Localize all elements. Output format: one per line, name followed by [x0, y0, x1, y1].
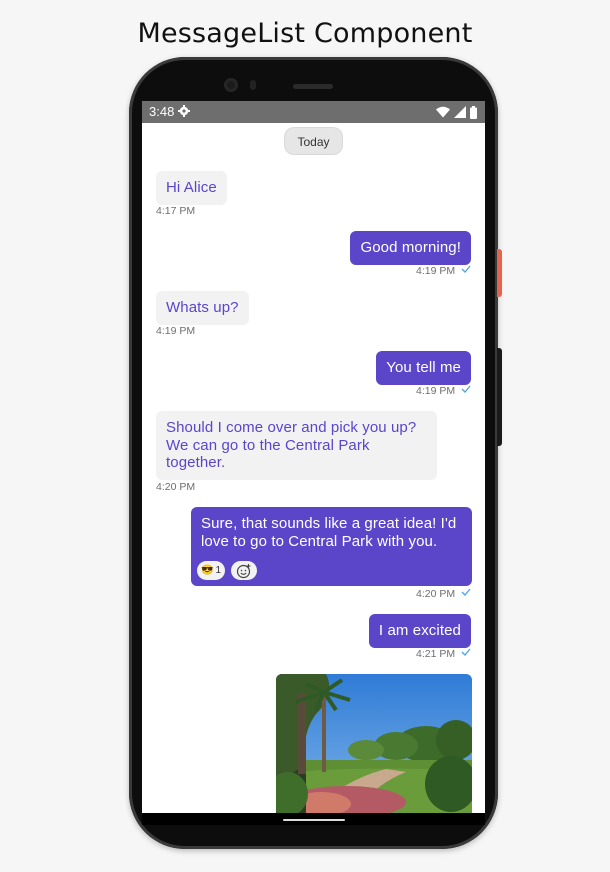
message-text: Should I come over and pick you up? We c…	[166, 419, 417, 471]
incoming-message-bubble[interactable]: Should I come over and pick you up? We c…	[156, 411, 437, 480]
proximity-sensor	[250, 80, 256, 90]
park-photo	[276, 674, 472, 813]
wifi-icon	[436, 106, 450, 118]
add-reaction-button[interactable]	[231, 561, 258, 580]
message-reactions: 😎 1	[197, 561, 258, 580]
message-text: You tell me	[386, 359, 461, 376]
message-timestamp: 4:19 PM	[416, 385, 456, 397]
message-text: Whats up?	[166, 299, 239, 316]
cellular-signal-icon	[454, 106, 466, 118]
message-text: Hi Alice	[166, 179, 217, 196]
message-timestamp: 4:21 PM	[416, 648, 456, 660]
earpiece-speaker	[293, 84, 333, 89]
message-text: I am excited	[378, 622, 461, 639]
phone-screen: 3:48 Today Hi Alice 4:17 PM Good morning…	[142, 101, 485, 813]
status-bar: 3:48	[142, 101, 485, 123]
status-time: 3:48	[149, 104, 175, 119]
read-check-icon	[461, 385, 471, 393]
date-separator: Today	[284, 127, 343, 155]
home-indicator[interactable]	[283, 819, 345, 821]
read-check-icon	[461, 648, 471, 656]
outgoing-message-bubble[interactable]: Good morning!	[350, 231, 471, 265]
battery-icon	[470, 105, 477, 119]
reaction-pill[interactable]: 😎 1	[197, 561, 226, 580]
read-check-icon	[461, 588, 471, 596]
reaction-count: 1	[215, 565, 222, 576]
outgoing-message-bubble[interactable]: I am excited	[368, 614, 471, 648]
message-timestamp: 4:20 PM	[416, 588, 456, 600]
message-text: Good morning!	[360, 239, 461, 256]
add-reaction-icon	[236, 563, 251, 578]
read-check-icon	[461, 265, 471, 273]
message-timestamp: 4:17 PM	[156, 205, 196, 217]
message-timestamp: 4:20 PM	[156, 481, 196, 493]
message-text: Sure, that sounds like a great idea! I'd…	[201, 515, 457, 550]
image-attachment[interactable]	[276, 674, 472, 813]
power-button	[497, 249, 502, 297]
incoming-message-bubble[interactable]: Whats up?	[156, 291, 249, 325]
incoming-message-bubble[interactable]: Hi Alice	[156, 171, 227, 205]
front-camera	[224, 78, 238, 92]
settings-gear-icon	[178, 105, 190, 117]
reaction-emoji: 😎	[201, 565, 214, 576]
page-title: MessageList Component	[137, 18, 473, 49]
message-timestamp: 4:19 PM	[416, 265, 456, 277]
message-timestamp: 4:19 PM	[156, 325, 196, 337]
volume-button	[497, 348, 502, 446]
outgoing-message-bubble[interactable]: You tell me	[376, 351, 471, 385]
